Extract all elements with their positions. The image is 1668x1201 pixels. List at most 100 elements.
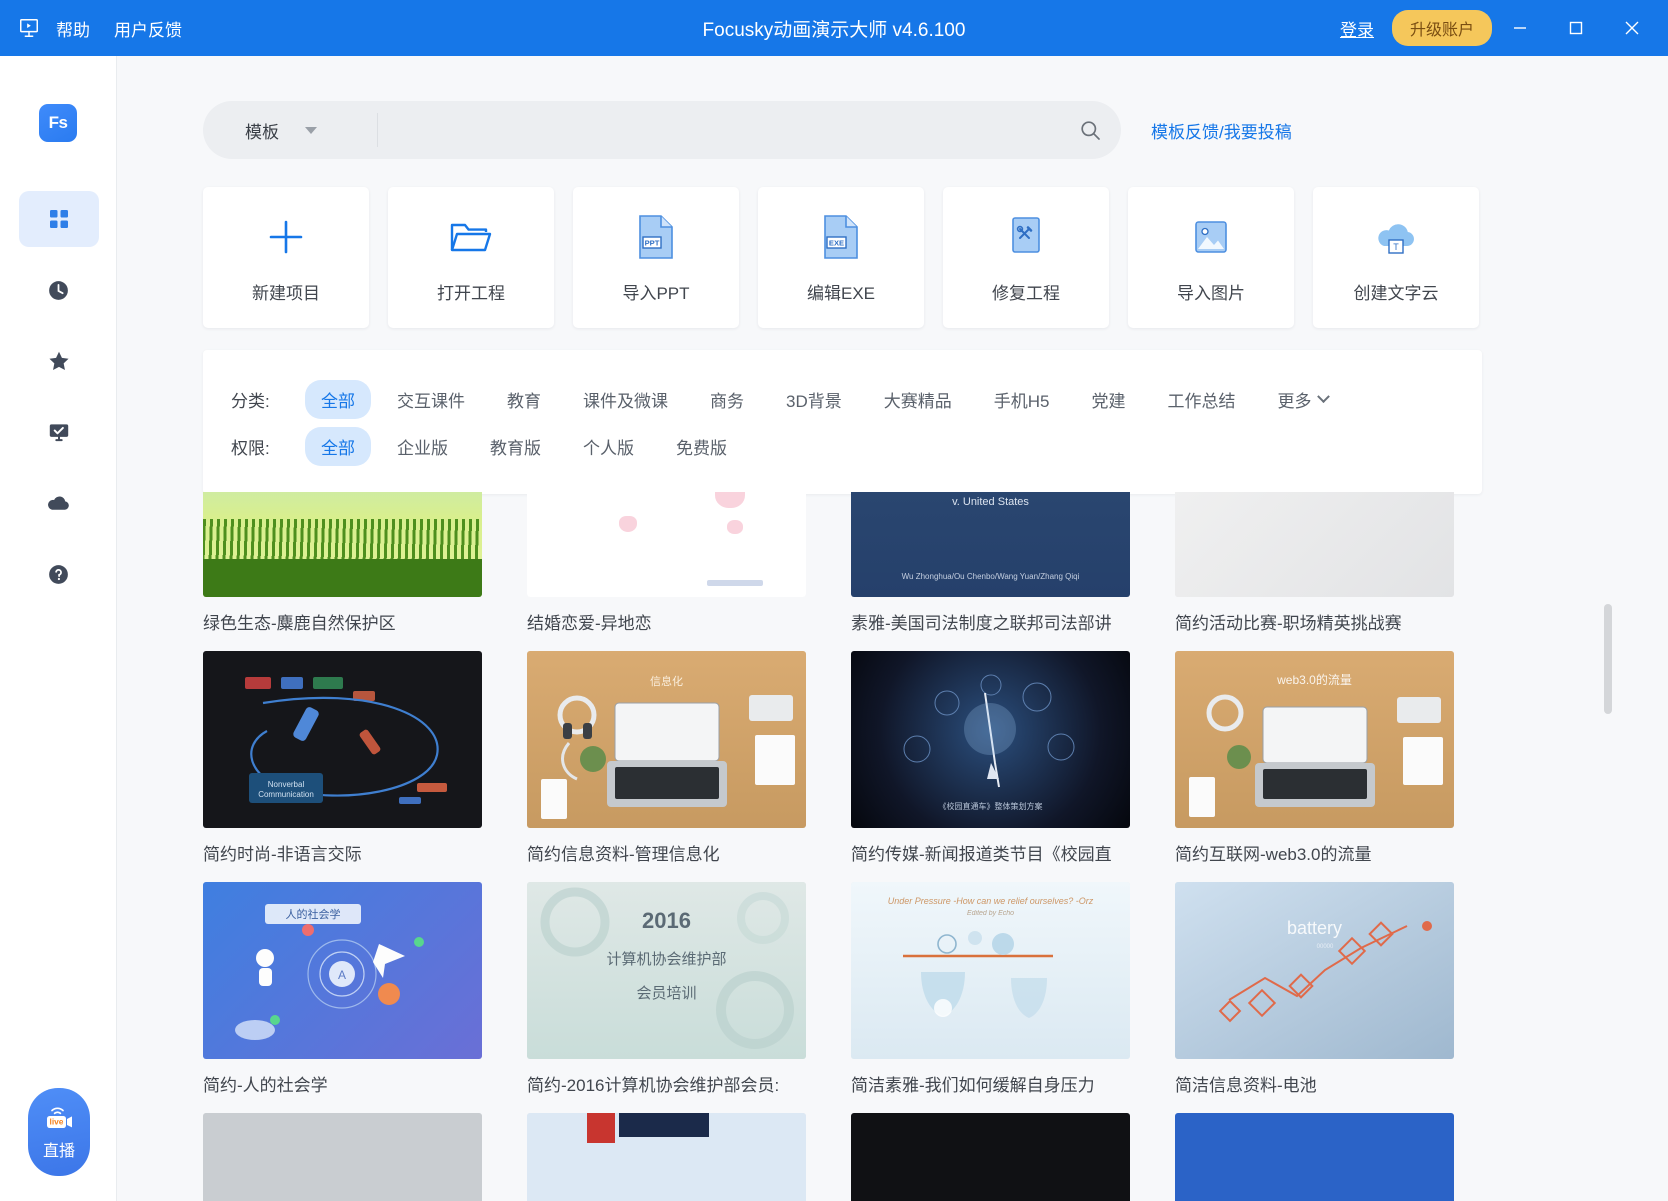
template-thumbnail[interactable]: 人的社会学 A xyxy=(203,882,482,1059)
template-thumbnail[interactable]: 2016 计算机协会维护部 会员培训 xyxy=(527,882,806,1059)
svg-text:T: T xyxy=(1393,242,1399,252)
menu-feedback[interactable]: 用户反馈 xyxy=(102,12,194,45)
repair-icon xyxy=(1006,211,1046,263)
upgrade-account-button[interactable]: 升级账户 xyxy=(1391,10,1492,46)
template-card[interactable]: Under Pressure -How can we relief oursel… xyxy=(851,882,1130,1095)
template-title: 简洁素雅-我们如何缓解自身压力 xyxy=(851,1076,1095,1095)
maximize-button[interactable] xyxy=(1548,0,1604,56)
star-icon xyxy=(46,348,72,374)
template-thumbnail[interactable]: Heart of Atlanta Motel, Inc. v. United S… xyxy=(851,492,1130,597)
filter-category-contest[interactable]: 大赛精品 xyxy=(868,380,968,419)
template-card[interactable]: 信息化 简约信息资料-管理信息化 xyxy=(527,651,806,864)
template-thumbnail[interactable]: battery 00000 xyxy=(1175,882,1454,1059)
close-button[interactable] xyxy=(1604,0,1660,56)
template-card[interactable]: 《校园直通车》整体策划方案 简约传媒-新闻报道类节目《校园直 xyxy=(851,651,1130,864)
exe-label: 编辑EXE xyxy=(806,284,876,303)
thumbnail-caption: 2016 xyxy=(642,908,691,933)
wordcloud-icon: T xyxy=(1372,211,1420,263)
filter-category-education[interactable]: 教育 xyxy=(491,380,557,419)
template-thumbnail[interactable]: 《校园直通车》整体策划方案 xyxy=(851,651,1130,828)
template-card[interactable] xyxy=(1175,1113,1454,1201)
svg-text:PPT: PPT xyxy=(645,239,660,248)
template-card[interactable]: Heart of Atlanta Motel, Inc. v. United S… xyxy=(851,492,1130,633)
template-card[interactable]: 绿色生态-麋鹿自然保护区 xyxy=(203,492,482,633)
filter-category-interactive[interactable]: 交互课件 xyxy=(381,380,481,419)
sidebar-item-recent[interactable] xyxy=(19,262,99,318)
image-label: 导入图片 xyxy=(1177,284,1245,303)
thumbnail-caption: 会员培训 xyxy=(636,985,697,1002)
svg-text:EXE: EXE xyxy=(829,239,844,248)
filter-category-mobileh5[interactable]: 手机H5 xyxy=(978,380,1066,419)
template-card[interactable]: web3.0的流量 简约互联网-web3.0的流量 xyxy=(1175,651,1454,864)
filter-permission-all[interactable]: 全部 xyxy=(305,427,371,466)
template-card[interactable]: battery 00000 简洁信息资料-电池 xyxy=(1175,882,1454,1095)
template-card[interactable]: 人的社会学 A 简约-人的社会学 xyxy=(203,882,482,1095)
template-thumbnail[interactable]: web3.0的流量 xyxy=(1175,651,1454,828)
import-ppt-card[interactable]: PPT 导入PPT xyxy=(573,187,739,328)
template-card[interactable] xyxy=(203,1113,482,1201)
template-thumbnail[interactable] xyxy=(1175,492,1454,597)
template-thumbnail[interactable] xyxy=(527,492,806,597)
thumbnail-art xyxy=(1175,492,1454,597)
sidebar-item-help[interactable] xyxy=(19,546,99,602)
template-thumbnail[interactable]: Nonverbal Communication xyxy=(203,651,482,828)
filter-category-3dbackground[interactable]: 3D背景 xyxy=(770,380,858,419)
import-image-card[interactable]: 导入图片 xyxy=(1128,187,1294,328)
main-content: 模板 模板反馈/我要投稿 新建项目 打开工程 PPT 导入PPT EXE 编辑E… xyxy=(117,56,1668,1201)
sidebar-item-favorites[interactable] xyxy=(19,333,99,389)
repair-project-card[interactable]: 修复工程 xyxy=(943,187,1109,328)
template-card[interactable]: 结婚恋爱-异地恋 xyxy=(527,492,806,633)
template-card[interactable]: 2016 计算机协会维护部 会员培训 简约-2016计算机协会维护部会员: xyxy=(527,882,806,1095)
filter-category-courseware[interactable]: 课件及微课 xyxy=(567,380,684,419)
thumbnail-caption: v. United States xyxy=(952,496,1029,508)
edit-exe-card[interactable]: EXE 编辑EXE xyxy=(758,187,924,328)
login-link[interactable]: 登录 xyxy=(1340,16,1374,41)
search-icon[interactable] xyxy=(1059,118,1121,142)
template-thumbnail[interactable] xyxy=(527,1113,806,1201)
template-feedback-link[interactable]: 模板反馈/我要投稿 xyxy=(1151,118,1292,143)
template-card[interactable]: Nonverbal Communication 简约时尚-非语言交际 xyxy=(203,651,482,864)
template-card[interactable] xyxy=(851,1113,1130,1201)
template-thumbnail[interactable] xyxy=(203,492,482,597)
template-title: 简约时尚-非语言交际 xyxy=(203,845,362,864)
template-thumbnail[interactable] xyxy=(1175,1113,1454,1201)
menu-help[interactable]: 帮助 xyxy=(44,12,102,45)
search-category-dropdown[interactable]: 模板 xyxy=(203,113,378,147)
app-window: 帮助 用户反馈 Focusky动画演示大师 v4.6.100 登录 升级账户 F… xyxy=(0,0,1668,1201)
template-thumbnail[interactable]: 信息化 xyxy=(527,651,806,828)
thumbnail-art: battery 00000 xyxy=(1175,882,1454,1059)
sidebar-item-cloud[interactable] xyxy=(19,475,99,531)
scrollbar-thumb[interactable] xyxy=(1604,604,1612,714)
filter-category-business[interactable]: 商务 xyxy=(694,380,760,419)
clock-icon xyxy=(46,278,71,303)
filter-category-more[interactable]: 更多 xyxy=(1261,380,1344,419)
live-camera-icon: live xyxy=(40,1103,78,1133)
open-project-card[interactable]: 打开工程 xyxy=(388,187,554,328)
filter-permission-enterprise[interactable]: 企业版 xyxy=(381,427,464,466)
template-thumbnail[interactable]: Under Pressure -How can we relief oursel… xyxy=(851,882,1130,1059)
template-title: 简约-人的社会学 xyxy=(203,1076,328,1095)
template-grid-scroll[interactable]: 绿色生态-麋鹿自然保护区 结婚恋爱-异地恋 v. United States W… xyxy=(203,492,1493,1201)
live-stream-button[interactable]: live 直播 xyxy=(28,1088,90,1176)
search-input[interactable] xyxy=(378,121,1059,139)
filter-permission-free[interactable]: 免费版 xyxy=(660,427,743,466)
sidebar-item-templates[interactable] xyxy=(18,191,99,247)
new-project-card[interactable]: 新建项目 xyxy=(203,187,369,328)
action-card-row: 新建项目 打开工程 PPT 导入PPT EXE 编辑EXE 修复工程 导入图片 … xyxy=(203,187,1479,328)
template-card[interactable]: 简约活动比赛-职场精英挑战赛 xyxy=(1175,492,1454,633)
filter-permission-personal[interactable]: 个人版 xyxy=(567,427,650,466)
create-wordcloud-card[interactable]: T 创建文字云 xyxy=(1313,187,1479,328)
filter-category-party[interactable]: 党建 xyxy=(1075,380,1141,419)
sidebar: Fs live 直播 xyxy=(0,56,117,1201)
thumbnail-art xyxy=(527,1113,806,1201)
template-thumbnail[interactable] xyxy=(203,1113,482,1201)
filter-category-worksummary[interactable]: 工作总结 xyxy=(1151,380,1251,419)
filter-permission-education[interactable]: 教育版 xyxy=(474,427,557,466)
scrollbar-track[interactable] xyxy=(1604,56,1640,1201)
minimize-button[interactable] xyxy=(1492,0,1548,56)
template-card[interactable] xyxy=(527,1113,806,1201)
template-thumbnail[interactable] xyxy=(851,1113,1130,1201)
sidebar-item-mypresentations[interactable] xyxy=(19,404,99,460)
filter-category-all[interactable]: 全部 xyxy=(305,380,371,419)
svg-text:人的社会学: 人的社会学 xyxy=(286,907,341,921)
